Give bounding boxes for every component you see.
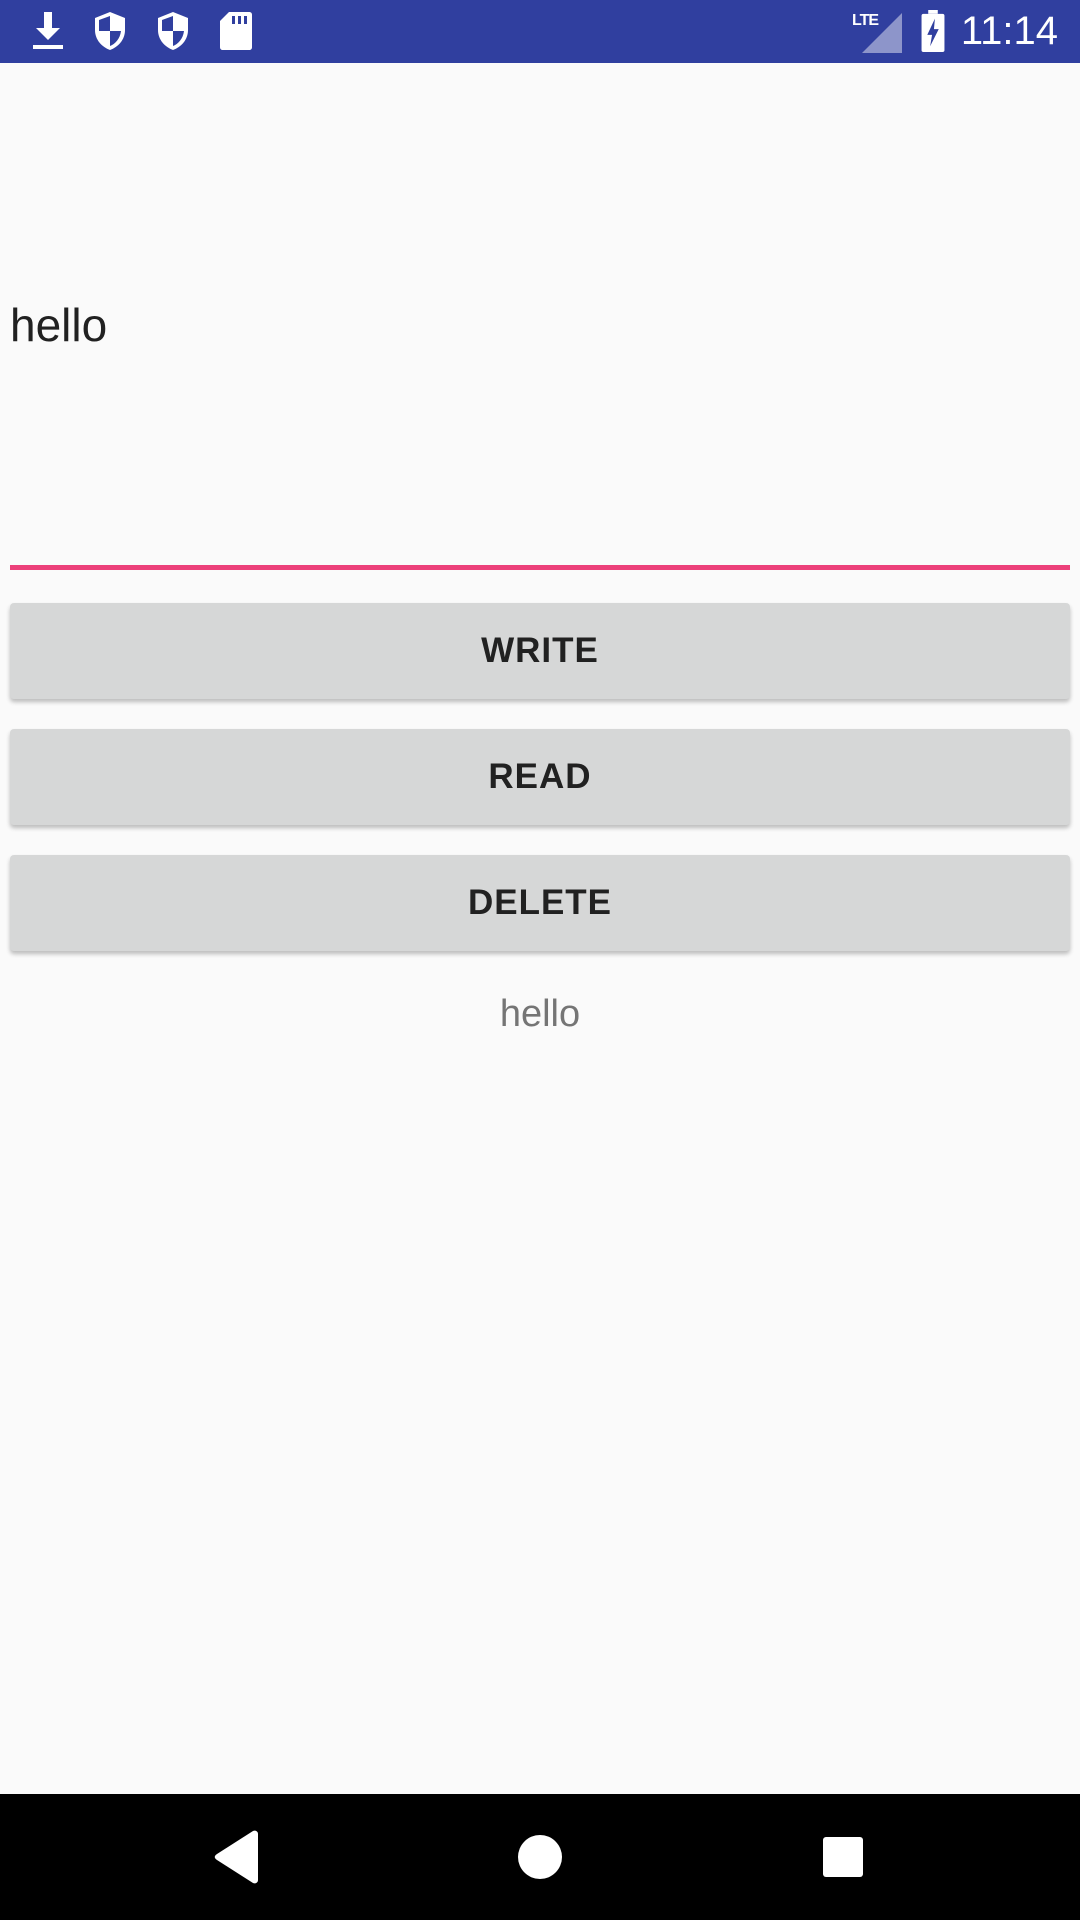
result-text: hello (499, 993, 581, 1035)
status-time: 11:14 (960, 9, 1058, 53)
shield-icon (95, 12, 125, 50)
recents-icon[interactable] (810, 1824, 876, 1890)
write-button[interactable]: WRITE (10, 603, 1070, 699)
read-button[interactable]: READ (10, 729, 1070, 825)
signal-icon (862, 13, 902, 53)
sd-card-icon (220, 12, 252, 50)
delete-button[interactable]: DELETE (10, 855, 1070, 951)
home-icon[interactable] (507, 1824, 573, 1890)
text-input[interactable]: hello (10, 270, 1070, 570)
text-input-value: hello (10, 299, 108, 351)
download-icon (33, 12, 63, 49)
navigation-bar (0, 1794, 1080, 1920)
back-icon[interactable] (204, 1824, 270, 1890)
battery-charging-icon (921, 10, 945, 52)
status-bar: LTE 11:14 (0, 0, 1080, 63)
shield-icon (158, 12, 188, 50)
